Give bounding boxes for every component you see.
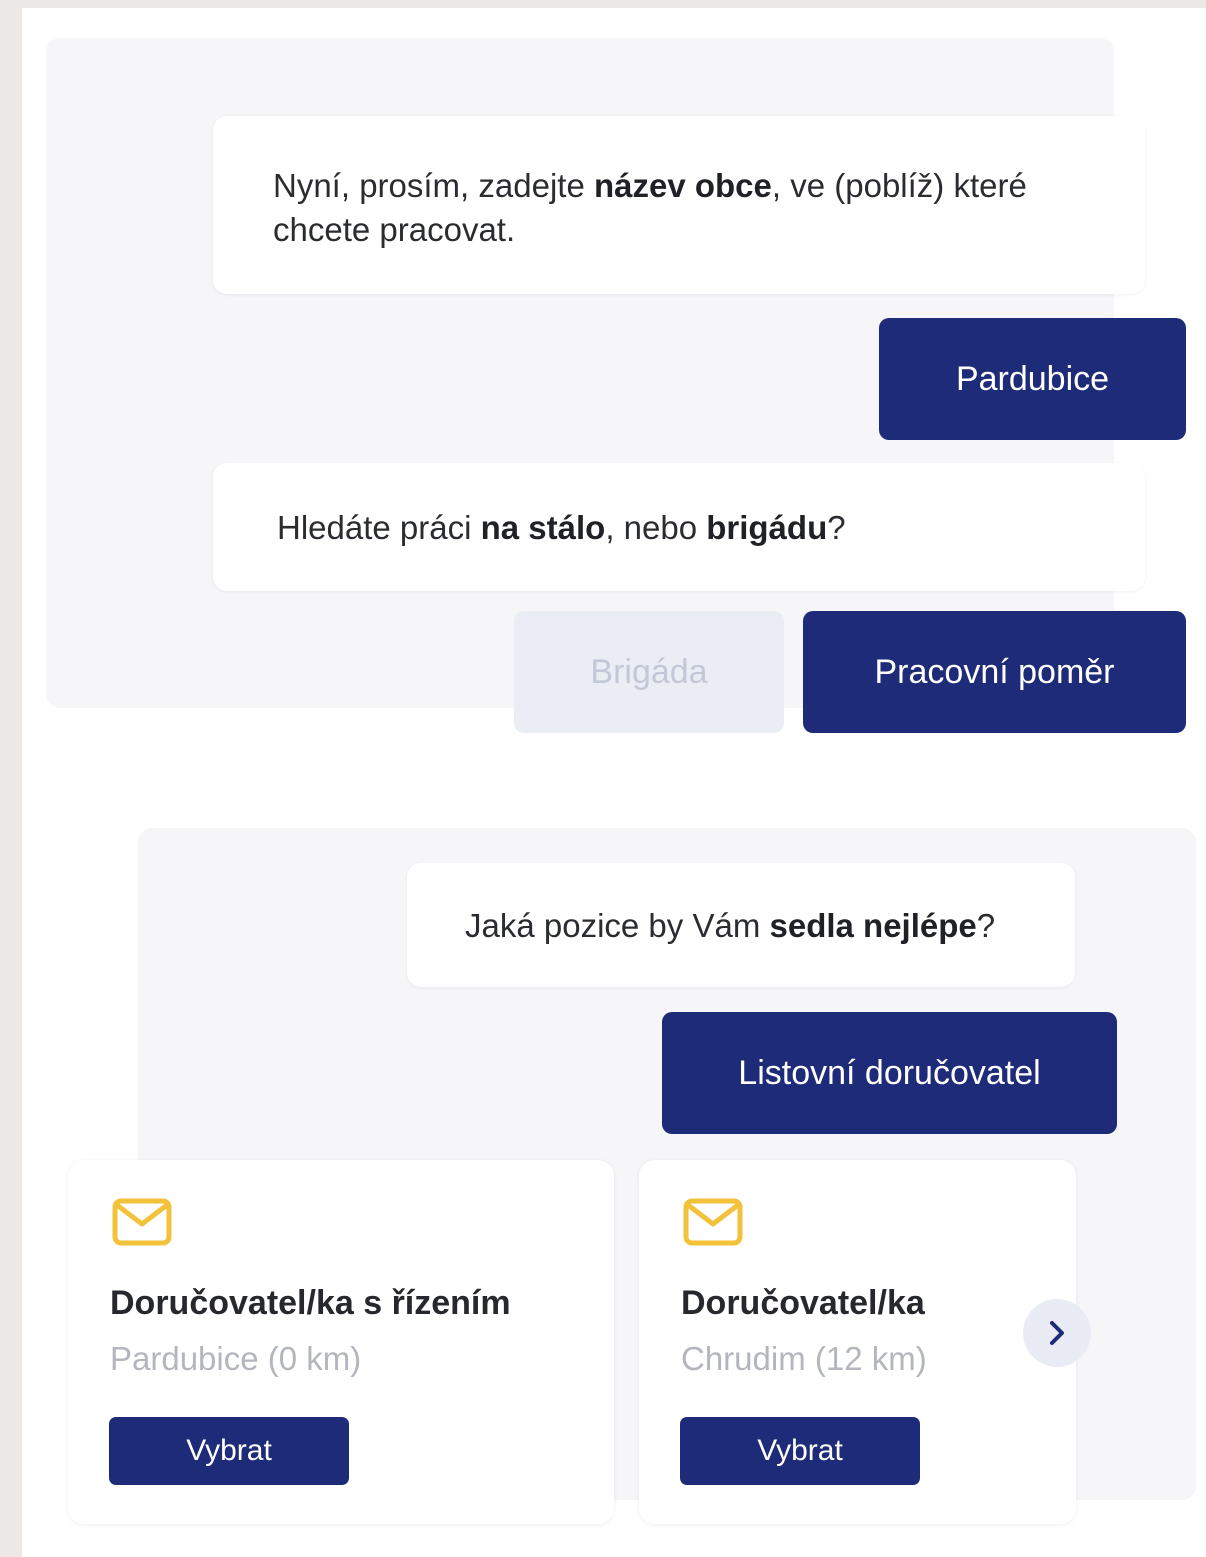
option-label: Pracovní poměr bbox=[874, 652, 1115, 691]
message-text: Hledáte práci bbox=[277, 509, 481, 546]
job-title: Doručovatel/ka bbox=[681, 1284, 925, 1322]
job-card[interactable]: Doručovatel/ka Chrudim (12 km) Vybrat bbox=[639, 1160, 1076, 1524]
job-card[interactable]: Doručovatel/ka s řízením Pardubice (0 km… bbox=[68, 1160, 614, 1524]
message-bold-text: sedla nejlépe bbox=[769, 907, 977, 944]
job-title: Doručovatel/ka s řízením bbox=[110, 1284, 511, 1322]
chevron-right-icon bbox=[1050, 1321, 1064, 1345]
user-reply-position[interactable]: Listovní doručovatel bbox=[662, 1012, 1117, 1134]
message-text: ? bbox=[976, 907, 996, 944]
carousel-next-button[interactable] bbox=[1023, 1299, 1091, 1367]
job-location: Chrudim (12 km) bbox=[681, 1340, 927, 1377]
message-text: Nyní, prosím, zadejte bbox=[273, 167, 594, 204]
bot-message-location: Nyní, prosím, zadejte název obce, ve (po… bbox=[213, 116, 1145, 294]
job-location: Pardubice (0 km) bbox=[110, 1340, 362, 1377]
reply-label: Pardubice bbox=[955, 359, 1110, 398]
option-label: Brigáda bbox=[590, 652, 708, 691]
bot-message-position: Jaká pozice by Vám sedla nejlépe? bbox=[407, 863, 1075, 987]
select-job-button[interactable]: Vybrat bbox=[109, 1417, 349, 1485]
option-pracovni-pomer-button[interactable]: Pracovní poměr bbox=[803, 611, 1186, 733]
mail-icon bbox=[683, 1198, 743, 1246]
message-bold-text: název obce bbox=[593, 167, 772, 204]
option-brigada-button[interactable]: Brigáda bbox=[514, 611, 784, 733]
select-job-button[interactable]: Vybrat bbox=[680, 1417, 920, 1485]
message-text: Jaká pozice by Vám bbox=[465, 907, 770, 944]
message-bold-text: na stálo bbox=[480, 509, 606, 546]
message-text: ? bbox=[827, 509, 846, 546]
mail-icon bbox=[112, 1198, 172, 1246]
user-reply-pardubice[interactable]: Pardubice bbox=[879, 318, 1186, 440]
reply-label: Listovní doručovatel bbox=[738, 1053, 1041, 1092]
message-bold-text: brigádu bbox=[706, 509, 828, 546]
bot-message-job-type: Hledáte práci na stálo, nebo brigádu? bbox=[213, 463, 1145, 591]
message-text: , nebo bbox=[605, 509, 707, 546]
